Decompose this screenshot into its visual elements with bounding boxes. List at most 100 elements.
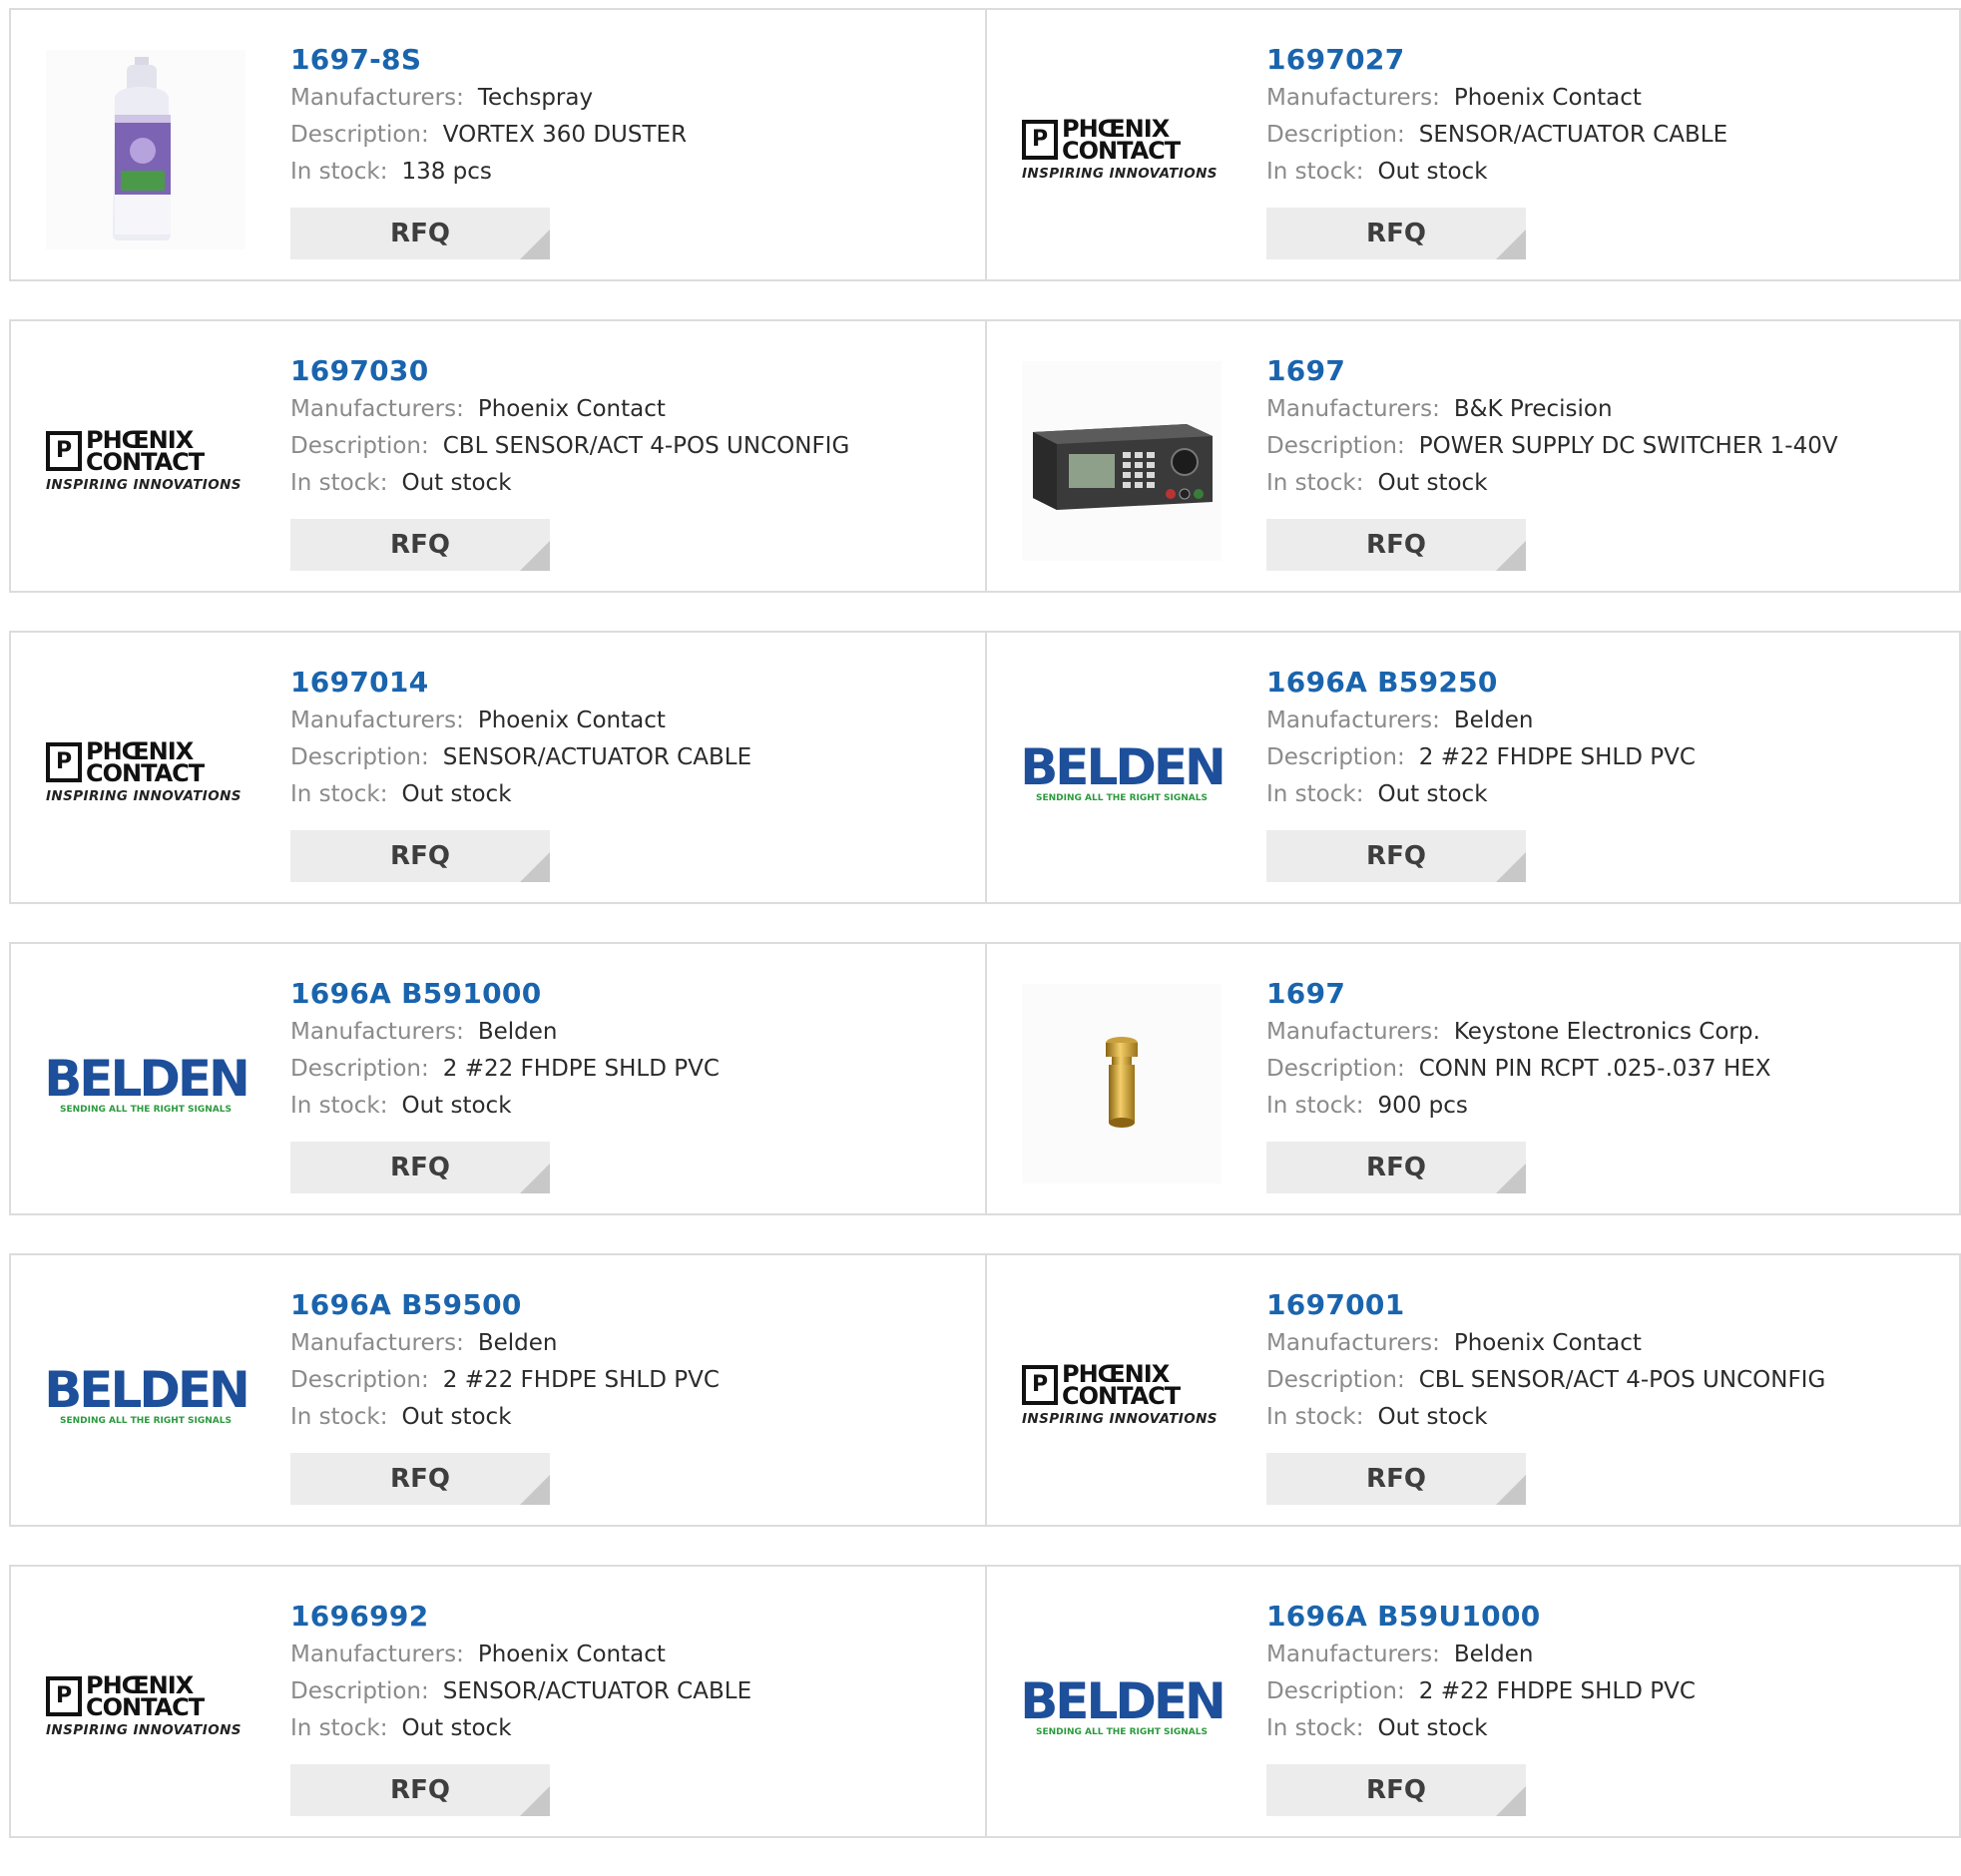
stock-value: Out stock bbox=[401, 1404, 512, 1430]
product-info: 1697 Manufacturers: B&K Precision Descripti… bbox=[1266, 351, 1838, 502]
product-thumbnail[interactable]: P PHŒNIX CONTACT INSPIRING INNOVATIONS bbox=[46, 361, 245, 561]
part-number-link[interactable]: 1697014 bbox=[290, 663, 751, 703]
product-row: P PHŒNIX CONTACT INSPIRING INNOVATIONS 1… bbox=[9, 319, 1961, 593]
description-line: Description: SENSOR/ACTUATOR CABLE bbox=[1266, 117, 1727, 154]
description-label: Description: bbox=[1266, 1678, 1405, 1704]
rfq-button-label: RFQ bbox=[1366, 1153, 1426, 1182]
description-line: Description: 2 #22 FHDPE SHLD PVC bbox=[1266, 1673, 1696, 1710]
product-info: 1697014 Manufacturers: Phoenix Contact Desc… bbox=[290, 663, 751, 813]
description-value: POWER SUPPLY DC SWITCHER 1-40V bbox=[1418, 433, 1838, 459]
belden-logo: BELDEN SENDING ALL THE RIGHT SIGNALS bbox=[1020, 741, 1226, 803]
corner-triangle-icon bbox=[520, 1786, 550, 1816]
rfq-button[interactable]: RFQ bbox=[290, 208, 550, 259]
product-thumbnail[interactable]: P PHŒNIX CONTACT INSPIRING INNOVATIONS bbox=[1022, 1295, 1222, 1495]
belden-logo: BELDEN SENDING ALL THE RIGHT SIGNALS bbox=[44, 1053, 250, 1115]
rfq-button[interactable]: RFQ bbox=[1266, 1764, 1526, 1816]
product-thumbnail[interactable]: BELDEN SENDING ALL THE RIGHT SIGNALS bbox=[1020, 1607, 1226, 1806]
part-number-link[interactable]: 1696A B591000 bbox=[290, 974, 720, 1014]
stock-line: In stock: Out stock bbox=[1266, 1710, 1696, 1747]
product-thumbnail[interactable]: BELDEN SENDING ALL THE RIGHT SIGNALS bbox=[44, 984, 250, 1183]
part-number-link[interactable]: 1696A B59500 bbox=[290, 1285, 720, 1325]
manufacturer-value: Keystone Electronics Corp. bbox=[1453, 1019, 1760, 1045]
rfq-button[interactable]: RFQ bbox=[290, 1142, 550, 1193]
stock-value: 138 pcs bbox=[401, 159, 492, 185]
rfq-button[interactable]: RFQ bbox=[1266, 1453, 1526, 1505]
product-row: 1697-8S Manufacturers: Techspray Descriptio… bbox=[9, 8, 1961, 281]
product-thumbnail[interactable]: P PHŒNIX CONTACT INSPIRING INNOVATIONS bbox=[46, 673, 245, 872]
product-thumbnail[interactable]: P PHŒNIX CONTACT INSPIRING INNOVATIONS bbox=[46, 1607, 245, 1806]
manufacturer-line: Manufacturers: Phoenix Contact bbox=[1266, 80, 1727, 117]
part-number-link[interactable]: 1697027 bbox=[1266, 40, 1727, 80]
belden-logo: BELDEN SENDING ALL THE RIGHT SIGNALS bbox=[44, 1364, 250, 1426]
description-line: Description: 2 #22 FHDPE SHLD PVC bbox=[290, 1051, 720, 1088]
part-number-link[interactable]: 1697001 bbox=[1266, 1285, 1825, 1325]
phoenix-contact-logo: P PHŒNIX CONTACT INSPIRING INNOVATIONS bbox=[46, 1673, 245, 1738]
description-value: 2 #22 FHDPE SHLD PVC bbox=[442, 1367, 720, 1393]
phoenix-logo-tagline: INSPIRING INNOVATIONS bbox=[46, 477, 242, 493]
product-thumbnail[interactable]: BELDEN SENDING ALL THE RIGHT SIGNALS bbox=[44, 1295, 250, 1495]
rfq-button[interactable]: RFQ bbox=[1266, 208, 1526, 259]
part-number-link[interactable]: 1697 bbox=[1266, 974, 1771, 1014]
description-label: Description: bbox=[290, 1678, 429, 1704]
part-number-link[interactable]: 1697030 bbox=[290, 351, 849, 391]
manufacturer-label: Manufacturers: bbox=[290, 85, 464, 111]
belden-logo-tagline: SENDING ALL THE RIGHT SIGNALS bbox=[60, 1416, 232, 1426]
description-label: Description: bbox=[1266, 433, 1405, 459]
stock-label: In stock: bbox=[290, 1404, 388, 1430]
description-line: Description: CBL SENSOR/ACT 4-POS UNCONFI… bbox=[1266, 1362, 1825, 1399]
rfq-button[interactable]: RFQ bbox=[1266, 1142, 1526, 1193]
phoenix-logo-line2: CONTACT bbox=[86, 1693, 205, 1721]
product-info: 1696992 Manufacturers: Phoenix Contact Desc… bbox=[290, 1597, 751, 1747]
product-card: P PHŒNIX CONTACT INSPIRING INNOVATIONS 1… bbox=[985, 1255, 1959, 1525]
product-thumbnail[interactable]: P PHŒNIX CONTACT INSPIRING INNOVATIONS bbox=[1022, 50, 1222, 249]
corner-triangle-icon bbox=[520, 541, 550, 571]
product-card: P PHŒNIX CONTACT INSPIRING INNOVATIONS 1… bbox=[11, 321, 985, 591]
rfq-button[interactable]: RFQ bbox=[1266, 830, 1526, 882]
product-card: BELDEN SENDING ALL THE RIGHT SIGNALS 169… bbox=[11, 1255, 985, 1525]
description-line: Description: SENSOR/ACTUATOR CABLE bbox=[290, 739, 751, 776]
product-grid: 1697-8S Manufacturers: Techspray Descriptio… bbox=[9, 8, 1961, 1876]
phoenix-contact-logo: P PHŒNIX CONTACT INSPIRING INNOVATIONS bbox=[46, 739, 245, 804]
rfq-button[interactable]: RFQ bbox=[1266, 519, 1526, 571]
manufacturer-label: Manufacturers: bbox=[290, 1330, 464, 1356]
description-value: CONN PIN RCPT .025-.037 HEX bbox=[1418, 1056, 1771, 1082]
product-thumbnail[interactable] bbox=[1022, 984, 1222, 1183]
product-thumbnail[interactable]: BELDEN SENDING ALL THE RIGHT SIGNALS bbox=[1020, 673, 1226, 872]
part-number-link[interactable]: 1696A B59250 bbox=[1266, 663, 1696, 703]
phoenix-logo-line2: CONTACT bbox=[86, 759, 205, 787]
manufacturer-line: Manufacturers: Phoenix Contact bbox=[290, 391, 849, 428]
stock-label: In stock: bbox=[290, 470, 388, 496]
part-number-link[interactable]: 1697 bbox=[1266, 351, 1838, 391]
rfq-button-label: RFQ bbox=[1366, 219, 1426, 248]
rfq-button[interactable]: RFQ bbox=[290, 519, 550, 571]
stock-value: Out stock bbox=[401, 781, 512, 807]
stock-label: In stock: bbox=[1266, 1715, 1364, 1741]
rfq-button[interactable]: RFQ bbox=[290, 830, 550, 882]
part-number-link[interactable]: 1697-8S bbox=[290, 40, 687, 80]
product-row: P PHŒNIX CONTACT INSPIRING INNOVATIONS 1… bbox=[9, 1565, 1961, 1838]
manufacturer-label: Manufacturers: bbox=[290, 1019, 464, 1045]
manufacturer-label: Manufacturers: bbox=[290, 396, 464, 422]
phoenix-mark-icon: P bbox=[1022, 120, 1058, 160]
phoenix-logo-line2: CONTACT bbox=[1062, 1382, 1181, 1410]
rfq-button[interactable]: RFQ bbox=[290, 1764, 550, 1816]
corner-triangle-icon bbox=[520, 1164, 550, 1193]
stock-label: In stock: bbox=[1266, 470, 1364, 496]
stock-label: In stock: bbox=[1266, 159, 1364, 185]
product-info: 1697-8S Manufacturers: Techspray Descriptio… bbox=[290, 40, 687, 191]
part-number-link[interactable]: 1696992 bbox=[290, 1597, 751, 1637]
stock-label: In stock: bbox=[290, 781, 388, 807]
product-card: BELDEN SENDING ALL THE RIGHT SIGNALS 169… bbox=[985, 633, 1959, 902]
part-number-link[interactable]: 1696A B59U1000 bbox=[1266, 1597, 1696, 1637]
description-line: Description: VORTEX 360 DUSTER bbox=[290, 117, 687, 154]
stock-line: In stock: Out stock bbox=[1266, 465, 1838, 502]
description-value: SENSOR/ACTUATOR CABLE bbox=[442, 1678, 752, 1704]
product-thumbnail[interactable] bbox=[1022, 361, 1222, 561]
manufacturer-value: B&K Precision bbox=[1453, 396, 1613, 422]
belden-logo-tagline: SENDING ALL THE RIGHT SIGNALS bbox=[1036, 1727, 1208, 1737]
manufacturer-label: Manufacturers: bbox=[290, 1642, 464, 1667]
rfq-button[interactable]: RFQ bbox=[290, 1453, 550, 1505]
description-line: Description: 2 #22 FHDPE SHLD PVC bbox=[290, 1362, 720, 1399]
product-thumbnail[interactable] bbox=[46, 50, 245, 249]
phoenix-logo-line2: CONTACT bbox=[1062, 137, 1181, 165]
